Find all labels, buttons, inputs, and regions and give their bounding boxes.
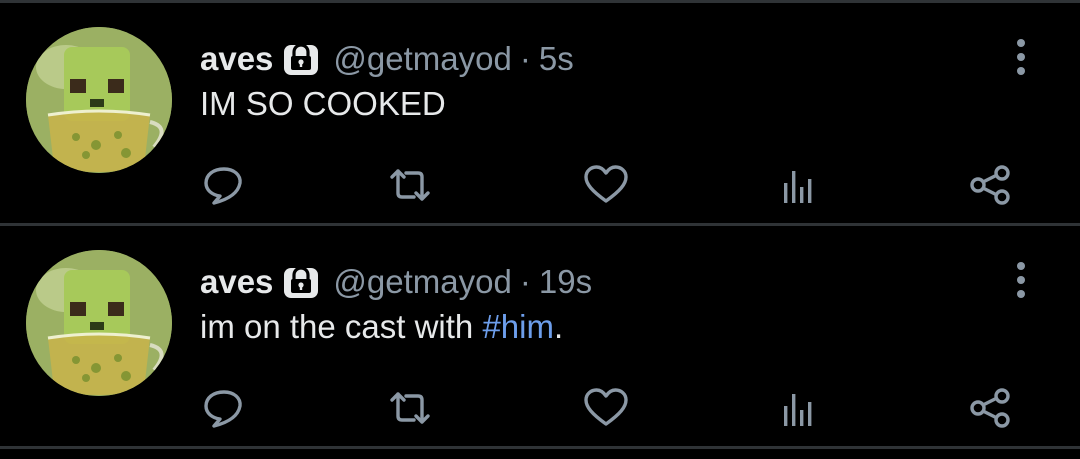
tweet-text: IM SO COOKED xyxy=(200,85,446,123)
tweet[interactable]: aves @getmayod · 19s im on the cast with… xyxy=(0,226,1080,448)
heart-icon[interactable] xyxy=(582,384,630,432)
retweet-icon[interactable] xyxy=(386,384,434,432)
display-name[interactable]: aves xyxy=(200,263,273,301)
share-icon[interactable] xyxy=(966,384,1014,432)
display-name[interactable]: aves xyxy=(200,40,273,78)
avatar[interactable] xyxy=(26,27,172,173)
analytics-icon[interactable] xyxy=(774,384,822,432)
timestamp[interactable]: 5s xyxy=(539,40,574,78)
avatar[interactable] xyxy=(26,250,172,396)
tweet[interactable]: aves @getmayod · 5s IM SO COOKED xyxy=(0,3,1080,225)
reply-icon[interactable] xyxy=(200,161,248,209)
tweet-text-body: im on the cast with xyxy=(200,308,483,345)
tweet-text-suffix: . xyxy=(553,308,564,345)
timestamp[interactable]: 19s xyxy=(539,263,592,301)
reply-icon[interactable] xyxy=(200,384,248,432)
tweet-header: aves @getmayod · 5s xyxy=(200,37,574,81)
more-vertical-icon[interactable] xyxy=(1010,260,1032,300)
tweet-text: im on the cast with #him. xyxy=(200,308,563,346)
hashtag-link[interactable]: #him xyxy=(482,308,554,345)
heart-icon[interactable] xyxy=(582,161,630,209)
share-icon[interactable] xyxy=(966,161,1014,209)
tweet-text-body: IM SO COOKED xyxy=(200,85,446,122)
lock-icon xyxy=(283,264,319,300)
retweet-icon[interactable] xyxy=(386,161,434,209)
user-handle[interactable]: @getmayod xyxy=(333,40,511,78)
separator-dot: · xyxy=(519,40,531,77)
user-handle[interactable]: @getmayod xyxy=(333,263,511,301)
more-vertical-icon[interactable] xyxy=(1010,37,1032,77)
tweet-header: aves @getmayod · 19s xyxy=(200,260,592,304)
lock-icon xyxy=(283,41,319,77)
separator-dot: · xyxy=(519,263,531,300)
analytics-icon[interactable] xyxy=(774,161,822,209)
